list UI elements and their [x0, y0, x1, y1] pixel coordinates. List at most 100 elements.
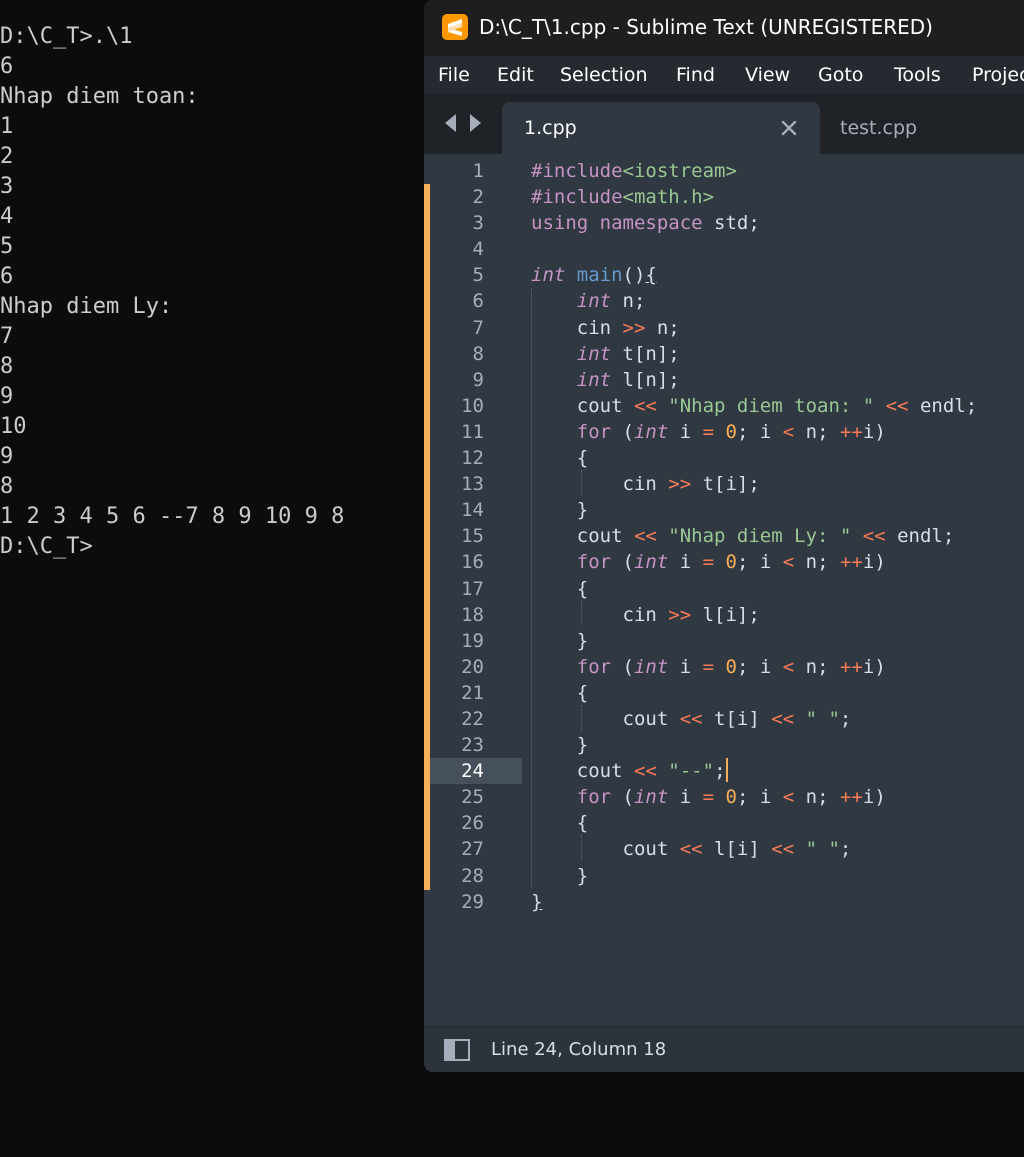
- code-token: cout: [531, 760, 634, 783]
- menu-project[interactable]: Project: [972, 62, 1024, 88]
- line-number: 4: [472, 238, 484, 261]
- line-number: 20: [461, 655, 484, 678]
- line-number: 29: [461, 890, 484, 913]
- menu-selection[interactable]: Selection: [560, 62, 648, 88]
- code-line: for (int i = 0; i < n; ++i): [531, 549, 977, 575]
- code-line: int l[n];: [531, 367, 977, 393]
- code-line: cout << t[i] << " ";: [531, 706, 977, 732]
- status-bar: Line 24, Column 18: [424, 1026, 1024, 1072]
- console-window[interactable]: D:\C_T>.\1 6 Nhap diem toan: 1 2 3 4 5 6 Nhap die…: [0, 0, 424, 1157]
- line-number: 25: [461, 786, 484, 809]
- code-token: <<: [633, 525, 657, 548]
- code-line: {: [531, 680, 977, 706]
- code-token: int: [633, 655, 669, 678]
- code-token: {: [645, 264, 657, 287]
- line-number: 3: [472, 212, 484, 235]
- code-text[interactable]: #include<iostream> #include<math.h> using …: [531, 158, 977, 915]
- code-token: int: [531, 264, 566, 287]
- tab-label: test.cpp: [840, 117, 918, 139]
- code-token: >>: [668, 603, 692, 626]
- line-number: 16: [461, 551, 484, 574]
- menu-edit[interactable]: Edit: [497, 62, 534, 88]
- code-token: <<: [771, 838, 795, 861]
- code-line: #include<math.h>: [531, 184, 977, 210]
- code-token: endl;: [908, 394, 978, 417]
- code-token: for: [576, 655, 612, 678]
- line-number: 7: [472, 316, 484, 339]
- tab-test-cpp[interactable]: test.cpp: [840, 102, 1024, 154]
- code-line: {: [531, 576, 977, 602]
- code-token: (: [611, 655, 634, 678]
- code-token: for: [576, 786, 612, 809]
- code-editor[interactable]: 1 2 3 4 5 6 7 8 9 10 11 12 13 14 15 16 17 18 19 20 21 22 23 24 2…: [424, 154, 1024, 1024]
- line-number: 10: [461, 394, 484, 417]
- code-line: for (int i = 0; i < n; ++i): [531, 784, 977, 810]
- console-line: Nhap diem Ly:: [0, 294, 173, 319]
- code-token: int: [633, 420, 669, 443]
- code-token: n;: [794, 655, 840, 678]
- console-line: 4: [0, 204, 14, 229]
- code-token: i): [862, 551, 886, 574]
- code-token: >>: [622, 316, 646, 339]
- line-number: 8: [472, 342, 484, 365]
- line-number: 12: [461, 447, 484, 470]
- line-number: 26: [461, 812, 484, 835]
- code-token: t[i];: [691, 473, 760, 496]
- code-line: }: [531, 497, 977, 523]
- tab-nav-arrows-icon[interactable]: [442, 112, 486, 134]
- menu-goto[interactable]: Goto: [818, 62, 863, 88]
- console-line: 9: [0, 384, 14, 409]
- code-token: ; i: [737, 655, 783, 678]
- line-number-gutter: 1 2 3 4 5 6 7 8 9 10 11 12 13 14 15 16 17 18 19 20 21 22 23 24 2…: [424, 158, 484, 915]
- menu-find[interactable]: Find: [676, 62, 715, 88]
- code-line: cout << "Nhap diem Ly: " << endl;: [531, 523, 977, 549]
- title-bar[interactable]: D:\C_T\1.cpp - Sublime Text (UNREGISTERE…: [424, 0, 1024, 56]
- console-line: 3: [0, 174, 14, 199]
- code-token: <<: [633, 760, 657, 783]
- code-line: {: [531, 445, 977, 471]
- code-line: {: [531, 810, 977, 836]
- cursor-position: Line 24, Column 18: [491, 1039, 667, 1060]
- code-token: int: [633, 786, 669, 809]
- code-token: 0: [725, 786, 737, 809]
- code-token: <math.h>: [622, 186, 715, 209]
- line-number: 2: [472, 186, 484, 209]
- code-token: int: [576, 368, 612, 391]
- code-token: =: [702, 551, 715, 574]
- code-token: i: [668, 786, 703, 809]
- tab-1-cpp[interactable]: 1.cpp: [502, 102, 820, 154]
- panel-toggle-icon[interactable]: [444, 1039, 470, 1061]
- line-number: 27: [461, 838, 484, 861]
- code-token: n;: [794, 786, 840, 809]
- console-line: 1: [0, 114, 14, 139]
- menu-file[interactable]: File: [438, 62, 470, 88]
- code-token: l[n];: [611, 368, 680, 391]
- code-token: <<: [679, 707, 703, 730]
- code-token: 0: [725, 655, 737, 678]
- code-line: cout << l[i] << " ";: [531, 836, 977, 862]
- code-token: (): [622, 264, 646, 287]
- console-line: 1 2 3 4 5 6 --7 8 9 10 9 8: [0, 504, 345, 529]
- close-icon[interactable]: [778, 117, 800, 139]
- code-token: for: [576, 551, 612, 574]
- code-token: namespace: [599, 212, 703, 235]
- code-token: " ": [805, 838, 840, 861]
- line-number: 13: [461, 473, 484, 496]
- line-number: 22: [461, 707, 484, 730]
- code-token: n;: [794, 420, 840, 443]
- code-token: for: [576, 420, 612, 443]
- code-line: cin >> t[i];: [531, 471, 977, 497]
- menu-tools[interactable]: Tools: [894, 62, 941, 88]
- console-line: 6: [0, 264, 14, 289]
- desktop: D:\C_T>.\1 6 Nhap diem toan: 1 2 3 4 5 6 Nhap die…: [0, 0, 1024, 1157]
- code-token: "Nhap diem Ly: ": [668, 525, 852, 548]
- code-token: ; i: [737, 420, 783, 443]
- code-line: using namespace std;: [531, 210, 977, 236]
- menu-view[interactable]: View: [745, 62, 790, 88]
